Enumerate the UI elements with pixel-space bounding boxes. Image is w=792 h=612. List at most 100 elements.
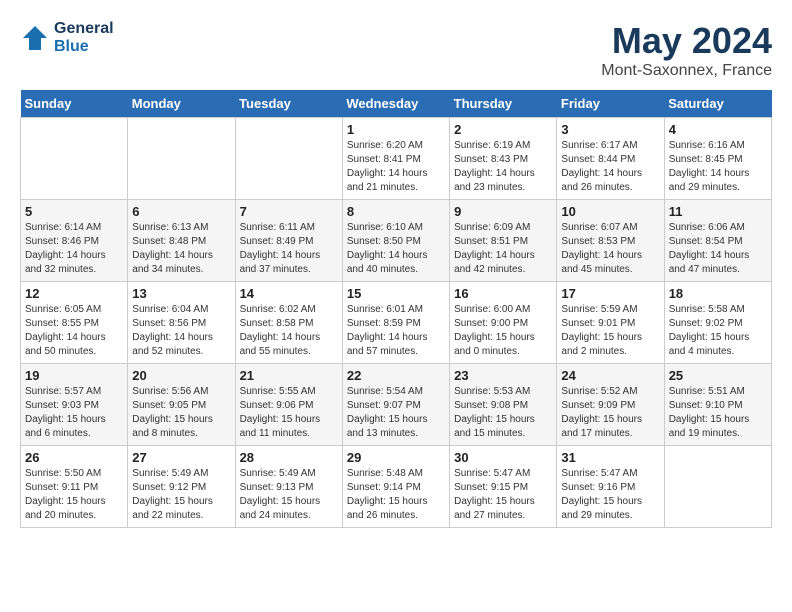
day-info: Sunrise: 6:20 AM Sunset: 8:41 PM Dayligh… [347,139,445,195]
day-info: Sunrise: 5:56 AM Sunset: 9:05 PM Dayligh… [132,385,230,441]
month-title: May 2024 [601,20,772,62]
day-info: Sunrise: 6:14 AM Sunset: 8:46 PM Dayligh… [25,221,123,277]
day-number: 2 [454,122,552,137]
day-info: Sunrise: 5:55 AM Sunset: 9:06 PM Dayligh… [240,385,338,441]
day-number: 16 [454,286,552,301]
calendar-cell [235,118,342,200]
calendar-cell: 10Sunrise: 6:07 AM Sunset: 8:53 PM Dayli… [557,200,664,282]
calendar-cell: 13 Sunrise: 6:04 AM Sunset: 8:56 PM Dayli… [128,282,235,364]
day-info: Sunrise: 6:11 AM Sunset: 8:49 PM Dayligh… [240,221,338,277]
day-number: 26 [25,450,123,465]
day-info: Sunrise: 6:19 AM Sunset: 8:43 PM Dayligh… [454,139,552,195]
calendar-cell: 2 Sunrise: 6:19 AM Sunset: 8:43 PM Daylig… [450,118,557,200]
calendar-header: SundayMondayTuesdayWednesdayThursdayFrid… [21,90,772,118]
day-info: Sunrise: 5:53 AM Sunset: 9:08 PM Dayligh… [454,385,552,441]
day-info: Sunrise: 6:17 AM Sunset: 8:44 PM Dayligh… [561,139,659,195]
weekday-header-sunday: Sunday [21,90,128,118]
day-info: Sunrise: 5:47 AM Sunset: 9:16 PM Dayligh… [561,467,659,523]
day-number: 18 [669,286,767,301]
calendar-cell: 22Sunrise: 5:54 AM Sunset: 9:07 PM Dayli… [342,364,449,446]
day-number: 14 [240,286,338,301]
calendar-cell: 27 Sunrise: 5:49 AM Sunset: 9:12 PM Dayli… [128,446,235,528]
calendar-cell: 31 Sunrise: 5:47 AM Sunset: 9:16 PM Dayli… [557,446,664,528]
day-info: Sunrise: 5:59 AM Sunset: 9:01 PM Dayligh… [561,303,659,359]
day-number: 27 [132,450,230,465]
day-number: 17 [561,286,659,301]
week-row-3: 12 Sunrise: 6:05 AM Sunset: 8:55 PM Dayli… [21,282,772,364]
calendar-cell: 16 Sunrise: 6:00 AM Sunset: 9:00 PM Dayli… [450,282,557,364]
day-info: Sunrise: 6:00 AM Sunset: 9:00 PM Dayligh… [454,303,552,359]
calendar-cell: 26 Sunrise: 5:50 AM Sunset: 9:11 PM Dayli… [21,446,128,528]
day-number: 19 [25,368,123,383]
calendar-cell: 1 Sunrise: 6:20 AM Sunset: 8:41 PM Daylig… [342,118,449,200]
day-info: Sunrise: 5:57 AM Sunset: 9:03 PM Dayligh… [25,385,123,441]
calendar-cell: 23 Sunrise: 5:53 AM Sunset: 9:08 PM Dayli… [450,364,557,446]
weekday-header-tuesday: Tuesday [235,90,342,118]
day-info: Sunrise: 5:51 AM Sunset: 9:10 PM Dayligh… [669,385,767,441]
calendar-cell [128,118,235,200]
calendar-cell: 8 Sunrise: 6:10 AM Sunset: 8:50 PM Daylig… [342,200,449,282]
week-row-2: 5 Sunrise: 6:14 AM Sunset: 8:46 PM Daylig… [21,200,772,282]
day-info: Sunrise: 6:02 AM Sunset: 8:58 PM Dayligh… [240,303,338,359]
day-info: Sunrise: 5:47 AM Sunset: 9:15 PM Dayligh… [454,467,552,523]
day-info: Sunrise: 5:49 AM Sunset: 9:12 PM Dayligh… [132,467,230,523]
day-number: 31 [561,450,659,465]
logo: General Blue [20,20,114,56]
day-number: 21 [240,368,338,383]
calendar-cell: 7Sunrise: 6:11 AM Sunset: 8:49 PM Daylig… [235,200,342,282]
day-info: Sunrise: 6:05 AM Sunset: 8:55 PM Dayligh… [25,303,123,359]
weekday-header-monday: Monday [128,90,235,118]
calendar-cell: 15Sunrise: 6:01 AM Sunset: 8:59 PM Dayli… [342,282,449,364]
calendar-cell: 24 Sunrise: 5:52 AM Sunset: 9:09 PM Dayli… [557,364,664,446]
day-info: Sunrise: 6:04 AM Sunset: 8:56 PM Dayligh… [132,303,230,359]
day-info: Sunrise: 6:09 AM Sunset: 8:51 PM Dayligh… [454,221,552,277]
calendar-cell: 20 Sunrise: 5:56 AM Sunset: 9:05 PM Dayli… [128,364,235,446]
page-header: General Blue May 2024 Mont-Saxonnex, Fra… [20,20,772,80]
calendar-body: 1 Sunrise: 6:20 AM Sunset: 8:41 PM Daylig… [21,118,772,528]
logo-text: General Blue [54,20,114,56]
calendar-cell: 11 Sunrise: 6:06 AM Sunset: 8:54 PM Dayli… [664,200,771,282]
weekday-header-thursday: Thursday [450,90,557,118]
day-info: Sunrise: 5:52 AM Sunset: 9:09 PM Dayligh… [561,385,659,441]
day-number: 11 [669,204,767,219]
day-number: 24 [561,368,659,383]
day-number: 29 [347,450,445,465]
calendar-cell: 28Sunrise: 5:49 AM Sunset: 9:13 PM Dayli… [235,446,342,528]
day-info: Sunrise: 5:48 AM Sunset: 9:14 PM Dayligh… [347,467,445,523]
calendar-cell: 6 Sunrise: 6:13 AM Sunset: 8:48 PM Daylig… [128,200,235,282]
calendar-cell: 18 Sunrise: 5:58 AM Sunset: 9:02 PM Dayli… [664,282,771,364]
day-info: Sunrise: 6:01 AM Sunset: 8:59 PM Dayligh… [347,303,445,359]
day-number: 6 [132,204,230,219]
calendar-cell [21,118,128,200]
day-info: Sunrise: 6:06 AM Sunset: 8:54 PM Dayligh… [669,221,767,277]
day-number: 12 [25,286,123,301]
title-block: May 2024 Mont-Saxonnex, France [601,20,772,80]
day-number: 5 [25,204,123,219]
calendar-cell: 29 Sunrise: 5:48 AM Sunset: 9:14 PM Dayli… [342,446,449,528]
day-info: Sunrise: 6:13 AM Sunset: 8:48 PM Dayligh… [132,221,230,277]
day-number: 8 [347,204,445,219]
calendar-cell: 25Sunrise: 5:51 AM Sunset: 9:10 PM Dayli… [664,364,771,446]
week-row-5: 26 Sunrise: 5:50 AM Sunset: 9:11 PM Dayli… [21,446,772,528]
day-info: Sunrise: 5:50 AM Sunset: 9:11 PM Dayligh… [25,467,123,523]
weekday-header-wednesday: Wednesday [342,90,449,118]
week-row-1: 1 Sunrise: 6:20 AM Sunset: 8:41 PM Daylig… [21,118,772,200]
calendar-table: SundayMondayTuesdayWednesdayThursdayFrid… [20,90,772,528]
day-number: 30 [454,450,552,465]
day-number: 20 [132,368,230,383]
weekday-header-saturday: Saturday [664,90,771,118]
day-info: Sunrise: 6:10 AM Sunset: 8:50 PM Dayligh… [347,221,445,277]
calendar-cell: 21 Sunrise: 5:55 AM Sunset: 9:06 PM Dayli… [235,364,342,446]
day-info: Sunrise: 5:58 AM Sunset: 9:02 PM Dayligh… [669,303,767,359]
location: Mont-Saxonnex, France [601,62,772,80]
day-number: 10 [561,204,659,219]
day-number: 23 [454,368,552,383]
calendar-cell: 4Sunrise: 6:16 AM Sunset: 8:45 PM Daylig… [664,118,771,200]
day-number: 9 [454,204,552,219]
calendar-cell: 9 Sunrise: 6:09 AM Sunset: 8:51 PM Daylig… [450,200,557,282]
day-info: Sunrise: 5:49 AM Sunset: 9:13 PM Dayligh… [240,467,338,523]
day-info: Sunrise: 5:54 AM Sunset: 9:07 PM Dayligh… [347,385,445,441]
day-number: 1 [347,122,445,137]
day-number: 3 [561,122,659,137]
day-number: 13 [132,286,230,301]
